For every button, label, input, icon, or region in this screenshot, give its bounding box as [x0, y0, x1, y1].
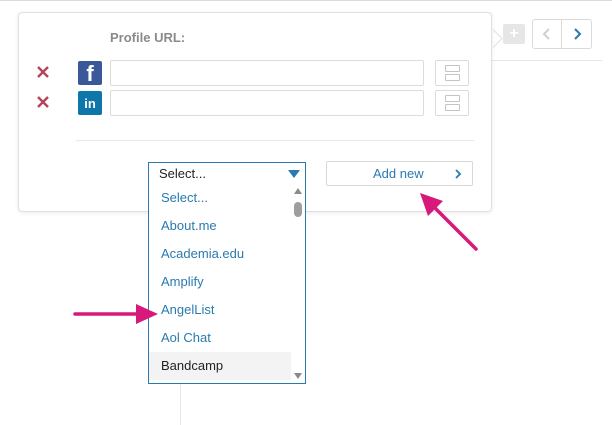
annotation-arrow-icon: [73, 304, 158, 324]
annotation-arrow-icon: [420, 193, 478, 251]
annotation-arrows: [73, 193, 478, 324]
